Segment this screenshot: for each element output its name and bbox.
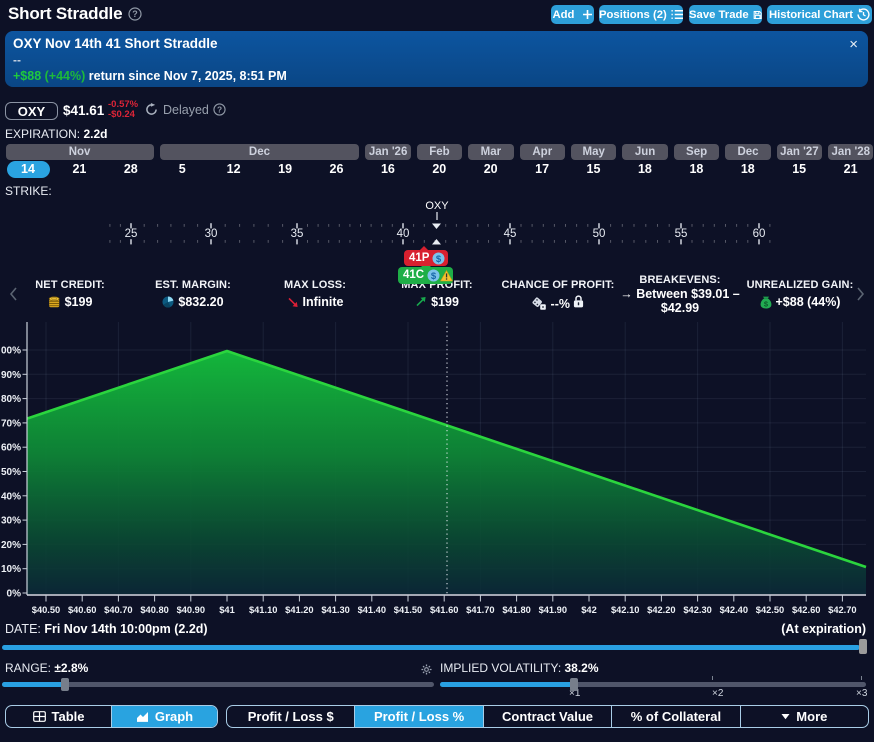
- svg-text:OXY: OXY: [425, 200, 449, 212]
- svg-text:$40.70: $40.70: [104, 605, 132, 615]
- svg-text:$41.20: $41.20: [285, 605, 313, 615]
- svg-text:$42.70: $42.70: [828, 605, 856, 615]
- svg-text:40%: 40%: [1, 491, 21, 502]
- svg-text:$41: $41: [219, 605, 235, 615]
- svg-text:60: 60: [753, 228, 766, 240]
- svg-text:45: 45: [504, 228, 517, 240]
- svg-text:$42.30: $42.30: [683, 605, 711, 615]
- svg-text:70%: 70%: [1, 418, 21, 429]
- svg-text:$41.10: $41.10: [249, 605, 277, 615]
- svg-text:10%: 10%: [1, 564, 21, 575]
- svg-text:$40.50: $40.50: [32, 605, 60, 615]
- svg-text:30%: 30%: [1, 516, 21, 527]
- svg-text:55: 55: [675, 228, 688, 240]
- svg-text:20%: 20%: [1, 540, 21, 551]
- svg-text:$41.40: $41.40: [358, 605, 386, 615]
- svg-text:00%: 00%: [1, 346, 21, 357]
- svg-text:$42.20: $42.20: [647, 605, 675, 615]
- svg-text:$41.80: $41.80: [502, 605, 530, 615]
- svg-text:60%: 60%: [1, 443, 21, 454]
- svg-text:$41.90: $41.90: [539, 605, 567, 615]
- svg-text:50: 50: [593, 228, 606, 240]
- svg-text:$42: $42: [581, 605, 597, 615]
- svg-text:?: ?: [217, 104, 222, 114]
- svg-text:?: ?: [132, 9, 138, 19]
- svg-text:$41.60: $41.60: [430, 605, 458, 615]
- svg-text:$42.50: $42.50: [756, 605, 784, 615]
- svg-text:$41.70: $41.70: [466, 605, 494, 615]
- svg-text:$41.30: $41.30: [321, 605, 349, 615]
- svg-text:90%: 90%: [1, 370, 21, 381]
- svg-text:$41.50: $41.50: [394, 605, 422, 615]
- svg-text:$42.60: $42.60: [792, 605, 820, 615]
- svg-text:$: $: [436, 254, 442, 265]
- svg-text:$42.10: $42.10: [611, 605, 639, 615]
- svg-text:40: 40: [397, 228, 410, 240]
- svg-text:35: 35: [291, 228, 304, 240]
- svg-text:50%: 50%: [1, 467, 21, 478]
- svg-text:25: 25: [125, 228, 138, 240]
- svg-text:80%: 80%: [1, 394, 21, 405]
- svg-text:$: $: [430, 271, 436, 282]
- svg-text:0%: 0%: [7, 589, 22, 600]
- svg-text:$40.60: $40.60: [68, 605, 96, 615]
- svg-text:$40.80: $40.80: [140, 605, 168, 615]
- svg-text:$40.90: $40.90: [177, 605, 205, 615]
- svg-text:$42.40: $42.40: [720, 605, 748, 615]
- svg-text:30: 30: [205, 228, 218, 240]
